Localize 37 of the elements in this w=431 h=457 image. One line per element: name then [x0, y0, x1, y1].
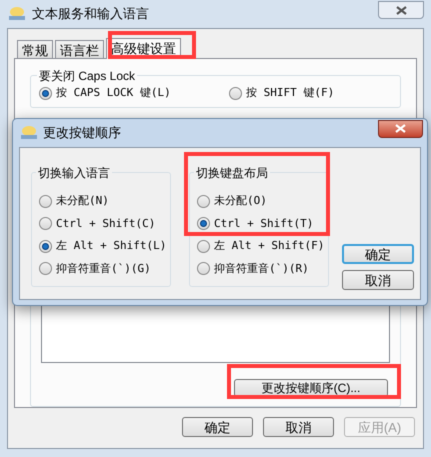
radio-label: 按 CAPS LOCK 键(L)	[56, 85, 171, 102]
radio-button[interactable]	[39, 240, 52, 253]
radio-label: 未分配(N)	[56, 193, 109, 209]
radio-label: 左 Alt + Shift(L)	[56, 238, 166, 254]
radio-button[interactable]	[39, 87, 52, 100]
radio-label: Ctrl + Shift(T)	[214, 216, 314, 232]
group-title: 要关闭 Caps Lock	[37, 67, 138, 85]
dialog-button[interactable]: 确定	[342, 244, 414, 264]
radio-label: 未分配(O)	[214, 193, 267, 209]
dialog-button[interactable]: 取消	[342, 270, 414, 290]
radio-button[interactable]	[39, 217, 52, 230]
radio-button[interactable]	[39, 262, 52, 276]
dialog-title: 更改按键顺序	[43, 124, 121, 142]
radio-button[interactable]	[197, 240, 210, 253]
dialog-button[interactable]: 确定	[182, 417, 253, 437]
radio-label: 按 SHIFT 键(F)	[246, 85, 334, 102]
radio-button[interactable]	[229, 87, 242, 100]
close-button[interactable]	[378, 120, 423, 138]
tab[interactable]: 常规	[17, 40, 53, 58]
radio-button[interactable]	[197, 262, 210, 276]
close-button[interactable]	[378, 1, 424, 19]
radio-button[interactable]	[39, 194, 52, 208]
window-title: 文本服务和输入语言	[32, 5, 149, 24]
close-icon	[396, 6, 406, 14]
close-icon	[395, 124, 406, 133]
radio-label: Ctrl + Shift(C)	[56, 216, 156, 232]
group-title: 切换键盘布局	[194, 164, 270, 182]
radio-button[interactable]	[197, 194, 210, 208]
radio-button[interactable]	[197, 217, 210, 230]
window-icon	[20, 125, 38, 141]
dialog-button[interactable]: 取消	[263, 417, 334, 437]
tab[interactable]: 语言栏	[55, 40, 104, 58]
radio-label: 抑音符重音(`)(G)	[56, 260, 151, 276]
radio-label: 左 Alt + Shift(F)	[214, 238, 324, 254]
group-title: 切换输入语言	[36, 164, 112, 182]
radio-label: 抑音符重音(`)(R)	[214, 260, 309, 276]
window-icon	[8, 6, 26, 22]
